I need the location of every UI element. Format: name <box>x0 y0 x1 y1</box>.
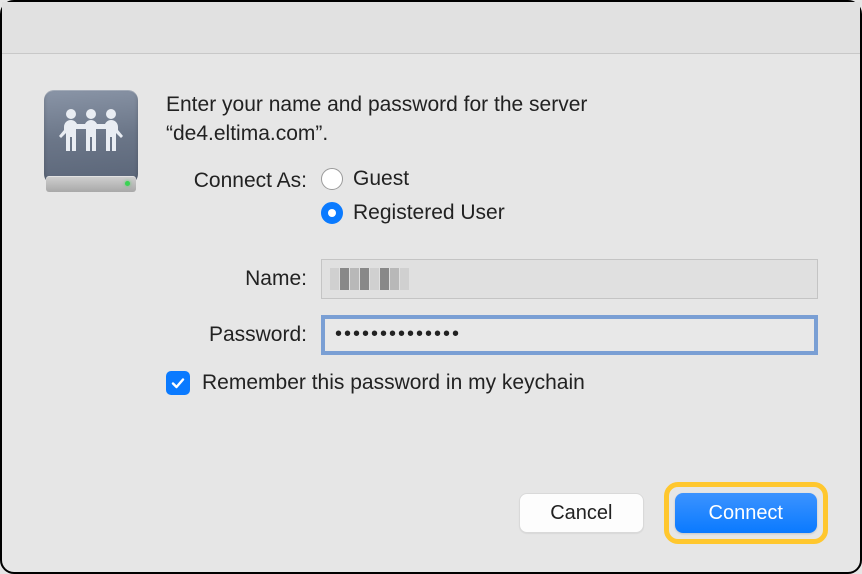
radio-guest[interactable]: Guest <box>321 167 505 191</box>
form-column: Enter your name and password for the ser… <box>166 90 818 395</box>
prompt-line-2: “de4.eltima.com”. <box>166 122 328 145</box>
connect-as-label: Connect As: <box>166 167 321 193</box>
disk-led-icon <box>125 181 130 186</box>
radio-icon <box>321 202 343 224</box>
icon-column <box>44 90 166 395</box>
name-label: Name: <box>166 267 321 291</box>
radio-icon <box>321 168 343 190</box>
connect-button[interactable]: Connect <box>675 493 818 533</box>
password-field[interactable] <box>321 315 818 355</box>
radio-registered-user[interactable]: Registered User <box>321 201 505 225</box>
connect-as-radio-group: Guest Registered User <box>321 167 505 225</box>
cancel-button[interactable]: Cancel <box>519 493 643 533</box>
dialog-content: Enter your name and password for the ser… <box>2 54 860 395</box>
radio-guest-label: Guest <box>353 167 409 191</box>
server-icon <box>44 90 144 200</box>
dialog-prompt: Enter your name and password for the ser… <box>166 90 818 149</box>
remember-keychain-label: Remember this password in my keychain <box>202 371 585 395</box>
name-field[interactable] <box>321 259 818 299</box>
remember-keychain-checkbox[interactable] <box>166 371 190 395</box>
password-label: Password: <box>166 323 321 347</box>
dialog-buttons: Cancel Connect <box>519 482 828 544</box>
connect-button-highlight: Connect <box>664 482 829 544</box>
prompt-line-1: Enter your name and password for the ser… <box>166 93 587 116</box>
radio-registered-label: Registered User <box>353 201 505 225</box>
dialog-titlebar <box>2 2 860 54</box>
checkmark-icon <box>170 375 186 391</box>
